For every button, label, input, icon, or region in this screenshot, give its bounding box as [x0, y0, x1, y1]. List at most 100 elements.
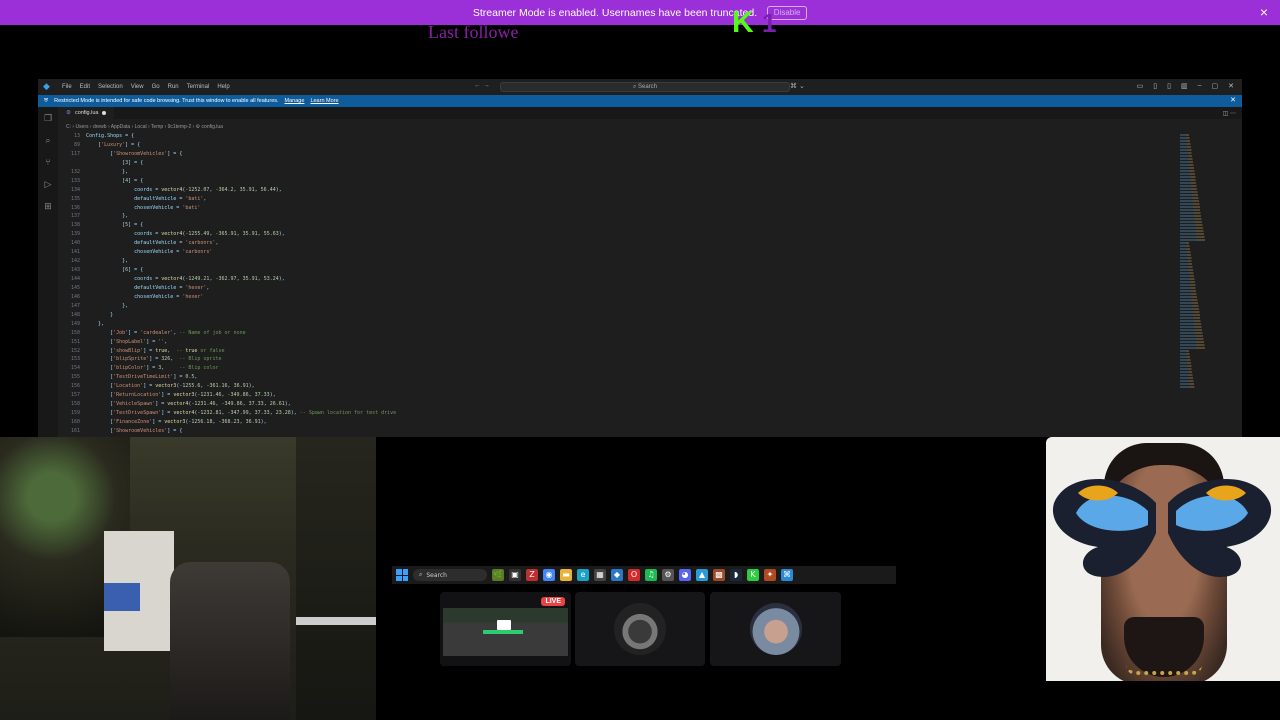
- extensions-icon[interactable]: ⊞: [38, 195, 58, 217]
- stream-tile[interactable]: LIVE: [440, 592, 571, 666]
- kick-icon[interactable]: K: [747, 569, 759, 581]
- app-icon[interactable]: ✦: [764, 569, 776, 581]
- window-controls: ▭ ▯ ▯ ▥ – ▢ ✕: [1137, 82, 1234, 90]
- photos-icon[interactable]: ▲: [696, 569, 708, 581]
- chrome-icon[interactable]: ◉: [543, 569, 555, 581]
- code-line[interactable]: 161 ['ShowroomVehicles'] = {: [66, 427, 1176, 436]
- code-line[interactable]: 136 chosenVehicle = 'bati': [66, 204, 1176, 213]
- layout-custom-icon[interactable]: ▥: [1181, 82, 1188, 90]
- code-line[interactable]: 160 ['FinanceZone'] = vector3(-1256.18, …: [66, 418, 1176, 427]
- game-icon[interactable]: ▩: [713, 569, 725, 581]
- search-icon[interactable]: ⌕: [38, 129, 58, 151]
- code-line[interactable]: 151 ['ShopLabel'] = '',: [66, 338, 1176, 347]
- menu-item-view[interactable]: View: [131, 84, 144, 90]
- menu-item-run[interactable]: Run: [168, 84, 179, 90]
- code-line[interactable]: 146 chosenVehicle = 'hexer': [66, 293, 1176, 302]
- breadcrumb[interactable]: C: › Users › drewb › AppData › Local › T…: [66, 124, 223, 130]
- layout-icon[interactable]: ▭: [1137, 82, 1144, 90]
- menu-item-help[interactable]: Help: [217, 84, 229, 90]
- nav-arrows-icon[interactable]: ← →: [474, 82, 490, 89]
- files-icon[interactable]: ❐: [38, 107, 58, 129]
- vpn-icon[interactable]: ◆: [611, 569, 623, 581]
- vscode-icon[interactable]: ⌘: [781, 569, 793, 581]
- menu-item-selection[interactable]: Selection: [98, 84, 123, 90]
- avatar: [749, 603, 802, 655]
- taskbar-search[interactable]: ⌕ Search: [413, 569, 487, 581]
- close-icon[interactable]: ✕: [1228, 82, 1234, 90]
- code-line[interactable]: 145 defaultVehicle = 'hexer',: [66, 284, 1176, 293]
- split-editor-icon[interactable]: ◫ ⋯: [1223, 110, 1236, 117]
- line-number: 144: [70, 276, 80, 282]
- participant-tile[interactable]: [710, 592, 841, 666]
- copilot-icon[interactable]: ⌘ ⌄: [790, 82, 805, 90]
- code-line[interactable]: 154 ['blipColor'] = 3, -- Blip color: [66, 364, 1176, 373]
- live-badge: LIVE: [541, 597, 565, 606]
- code-line[interactable]: 139 coords = vector4(-1255.49, -365.91, …: [66, 230, 1176, 239]
- code-line[interactable]: 144 coords = vector4(-1249.21, -362.97, …: [66, 275, 1176, 284]
- code-line[interactable]: 117 ['ShowroomVehicles'] = {: [66, 150, 1176, 159]
- code-line[interactable]: 158 ['VehicleSpawn'] = vector4(-1231.46,…: [66, 400, 1176, 409]
- code-line[interactable]: 155 ['TestDriveTimeLimit'] = 0.5,: [66, 373, 1176, 382]
- steam-icon[interactable]: ◗: [730, 569, 742, 581]
- line-number: 147: [70, 302, 80, 309]
- edge-icon[interactable]: e: [577, 569, 589, 581]
- learn-more-link[interactable]: Learn More: [310, 98, 338, 104]
- code-line[interactable]: 138 [5] = {: [66, 221, 1176, 230]
- code-line[interactable]: 153 ['blipSprite'] = 326, -- Blip sprite: [66, 355, 1176, 364]
- command-center-search[interactable]: ⌕ Search: [500, 82, 790, 92]
- code-text: chosenVehicle = 'bati': [86, 204, 201, 211]
- code-line[interactable]: [3] = {: [66, 159, 1176, 168]
- code-line[interactable]: 143 [6] = {: [66, 266, 1176, 275]
- explorer-icon[interactable]: ▬: [560, 569, 572, 581]
- code-text: chosenVehicle = 'hexer': [86, 293, 204, 300]
- minimize-icon[interactable]: –: [1198, 82, 1202, 90]
- start-button-icon[interactable]: [396, 569, 408, 581]
- manage-link[interactable]: Manage: [285, 98, 305, 104]
- code-line[interactable]: 156 ['Location'] = vector3(-1255.6, -361…: [66, 382, 1176, 391]
- code-line[interactable]: 150 ['Job'] = 'cardealer', -- Name of jo…: [66, 329, 1176, 338]
- tab-config-lua[interactable]: ⚙ config.lua: [58, 107, 115, 119]
- menu-item-file[interactable]: File: [62, 84, 72, 90]
- code-line[interactable]: 133 [4] = {: [66, 177, 1176, 186]
- spotify-icon[interactable]: ♫: [645, 569, 657, 581]
- store-icon[interactable]: ▦: [594, 569, 606, 581]
- panel-icon[interactable]: ▯: [1167, 82, 1171, 90]
- line-number: 158: [70, 401, 80, 408]
- widgets-icon[interactable]: 🌿: [492, 569, 504, 581]
- code-line[interactable]: 135 defaultVehicle = 'bati',: [66, 195, 1176, 204]
- menu-item-terminal[interactable]: Terminal: [187, 84, 210, 90]
- minimap[interactable]: [1180, 134, 1236, 394]
- code-line[interactable]: 148 }: [66, 311, 1176, 320]
- participant-tile[interactable]: [575, 592, 705, 666]
- unsaved-dot-icon[interactable]: [102, 111, 107, 115]
- shield-icon: ⛨: [44, 97, 49, 104]
- settings-icon[interactable]: ⚙: [662, 569, 674, 581]
- sidebar-icon[interactable]: ▯: [1153, 82, 1157, 90]
- menu-item-edit[interactable]: Edit: [80, 84, 90, 90]
- debug-icon[interactable]: ▷: [38, 173, 58, 195]
- code-line[interactable]: 13 Config.Shops = {: [66, 132, 1176, 141]
- code-line[interactable]: 141 chosenVehicle = 'carbonrs': [66, 248, 1176, 257]
- code-editor[interactable]: 13 Config.Shops = {89 ['Luxury'] = {117 […: [66, 132, 1176, 437]
- code-line[interactable]: 159 ['TestDriveSpawn'] = vector4(-1232.8…: [66, 409, 1176, 418]
- line-number: 150: [70, 329, 80, 336]
- code-line[interactable]: 89 ['Luxury'] = {: [66, 141, 1176, 150]
- source-control-icon[interactable]: ⑂: [38, 151, 58, 173]
- close-icon[interactable]: ✕: [1230, 96, 1236, 104]
- code-line[interactable]: 152 ['showBlip'] = true, -- true or fals…: [66, 347, 1176, 356]
- filezilla-icon[interactable]: Z: [526, 569, 538, 581]
- code-line[interactable]: 132 },: [66, 168, 1176, 177]
- code-line[interactable]: 157 ['ReturnLocation'] = vector3(-1231.4…: [66, 391, 1176, 400]
- close-icon[interactable]: ×: [1260, 4, 1268, 20]
- code-line[interactable]: 147 },: [66, 302, 1176, 311]
- code-line[interactable]: 137 },: [66, 212, 1176, 221]
- code-line[interactable]: 140 defaultVehicle = 'carbonrs',: [66, 239, 1176, 248]
- task-view-icon[interactable]: ▣: [509, 569, 521, 581]
- maximize-icon[interactable]: ▢: [1212, 82, 1219, 90]
- menu-item-go[interactable]: Go: [152, 84, 160, 90]
- code-line[interactable]: 142 },: [66, 257, 1176, 266]
- opera-icon[interactable]: O: [628, 569, 640, 581]
- code-line[interactable]: 134 coords = vector4(-1252.07, -364.2, 3…: [66, 186, 1176, 195]
- discord-icon[interactable]: ◕: [679, 569, 691, 581]
- code-line[interactable]: 149 },: [66, 320, 1176, 329]
